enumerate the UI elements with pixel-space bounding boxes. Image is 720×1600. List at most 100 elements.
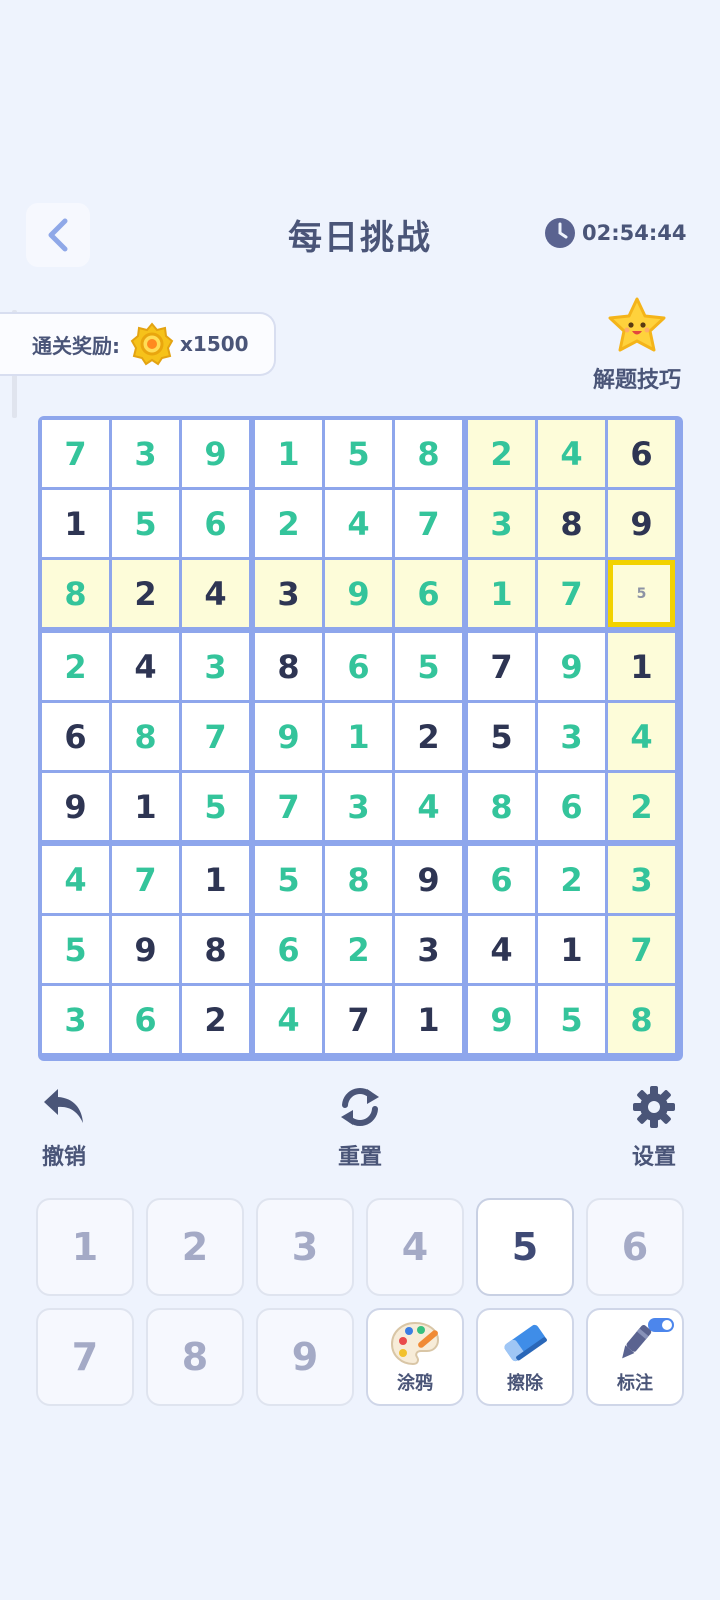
- sudoku-cell[interactable]: 1: [42, 490, 109, 557]
- sudoku-cell[interactable]: 9: [395, 846, 462, 913]
- sudoku-cell[interactable]: 6: [182, 490, 249, 557]
- sudoku-cell[interactable]: 6: [608, 420, 675, 487]
- sudoku-cell[interactable]: 1: [468, 560, 535, 627]
- undo-button[interactable]: 撤销: [14, 1085, 114, 1171]
- sudoku-cell[interactable]: 3: [468, 490, 535, 557]
- number-key-1[interactable]: 1: [36, 1198, 134, 1296]
- sudoku-cell[interactable]: 9: [255, 703, 322, 770]
- erase-button[interactable]: 擦除: [476, 1308, 574, 1406]
- sudoku-cell[interactable]: 2: [255, 490, 322, 557]
- number-key-3[interactable]: 3: [256, 1198, 354, 1296]
- sudoku-cell[interactable]: 3: [395, 916, 462, 983]
- sudoku-cell[interactable]: 5: [112, 490, 179, 557]
- sudoku-cell[interactable]: 8: [112, 703, 179, 770]
- sudoku-cell[interactable]: 7: [182, 703, 249, 770]
- sudoku-cell[interactable]: 5: [255, 846, 322, 913]
- sudoku-cell[interactable]: 2: [325, 916, 392, 983]
- sudoku-cell[interactable]: 3: [112, 420, 179, 487]
- sudoku-cell[interactable]: 9: [112, 916, 179, 983]
- sudoku-cell[interactable]: 5: [538, 986, 605, 1053]
- settings-button[interactable]: 设置: [604, 1085, 704, 1171]
- sudoku-cell[interactable]: 7: [395, 490, 462, 557]
- sudoku-cell[interactable]: 8: [468, 773, 535, 840]
- cell-value: 7: [490, 647, 513, 686]
- sudoku-cell[interactable]: 3: [42, 986, 109, 1053]
- sudoku-cell[interactable]: 1: [182, 846, 249, 913]
- sudoku-cell[interactable]: 8: [42, 560, 109, 627]
- mark-toggle-icon[interactable]: [648, 1318, 674, 1332]
- sudoku-cell[interactable]: 1: [255, 420, 322, 487]
- sudoku-cell[interactable]: 8: [538, 490, 605, 557]
- sudoku-cell[interactable]: 9: [468, 986, 535, 1053]
- sudoku-cell[interactable]: 1: [112, 773, 179, 840]
- sudoku-cell[interactable]: 8: [395, 420, 462, 487]
- sudoku-cell[interactable]: 3: [608, 846, 675, 913]
- sudoku-cell[interactable]: 8: [255, 633, 322, 700]
- sudoku-cell[interactable]: 8: [325, 846, 392, 913]
- sudoku-cell[interactable]: 2: [538, 846, 605, 913]
- sudoku-cell[interactable]: 2: [112, 560, 179, 627]
- doodle-button[interactable]: 涂鸦: [366, 1308, 464, 1406]
- number-key-2[interactable]: 2: [146, 1198, 244, 1296]
- sudoku-cell[interactable]: 7: [468, 633, 535, 700]
- sudoku-cell[interactable]: 9: [182, 420, 249, 487]
- sudoku-cell[interactable]: 5: [468, 703, 535, 770]
- sudoku-cell[interactable]: 4: [538, 420, 605, 487]
- sudoku-cell[interactable]: 2: [468, 420, 535, 487]
- mark-button[interactable]: 标注: [586, 1308, 684, 1406]
- sudoku-cell[interactable]: 6: [42, 703, 109, 770]
- number-key-9[interactable]: 9: [256, 1308, 354, 1406]
- sudoku-cell[interactable]: 7: [538, 560, 605, 627]
- sudoku-cell[interactable]: 6: [538, 773, 605, 840]
- sudoku-cell[interactable]: 2: [182, 986, 249, 1053]
- sudoku-cell[interactable]: 8: [182, 916, 249, 983]
- tips-button[interactable]: 解题技巧: [582, 296, 692, 394]
- sudoku-cell[interactable]: 1: [608, 633, 675, 700]
- sudoku-cell[interactable]: 4: [112, 633, 179, 700]
- sudoku-cell[interactable]: 7: [255, 773, 322, 840]
- sudoku-cell[interactable]: 7: [112, 846, 179, 913]
- sudoku-cell[interactable]: 9: [538, 633, 605, 700]
- sudoku-cell[interactable]: 4: [468, 916, 535, 983]
- reset-button[interactable]: 重置: [310, 1085, 410, 1171]
- number-key-7[interactable]: 7: [36, 1308, 134, 1406]
- sudoku-cell[interactable]: 2: [42, 633, 109, 700]
- sudoku-cell[interactable]: 3: [182, 633, 249, 700]
- sudoku-cell[interactable]: 3: [255, 560, 322, 627]
- sudoku-cell[interactable]: 4: [182, 560, 249, 627]
- sudoku-cell[interactable]: 5: [395, 633, 462, 700]
- sudoku-cell[interactable]: 1: [395, 986, 462, 1053]
- sudoku-cell[interactable]: 4: [395, 773, 462, 840]
- sudoku-cell[interactable]: 1: [538, 916, 605, 983]
- cell-value: 2: [417, 717, 440, 756]
- number-key-6[interactable]: 6: [586, 1198, 684, 1296]
- sudoku-cell[interactable]: 9: [42, 773, 109, 840]
- sudoku-cell[interactable]: 2: [608, 773, 675, 840]
- sudoku-cell[interactable]: 6: [468, 846, 535, 913]
- number-key-8[interactable]: 8: [146, 1308, 244, 1406]
- sudoku-cell[interactable]: 4: [608, 703, 675, 770]
- sudoku-cell[interactable]: 3: [325, 773, 392, 840]
- sudoku-cell[interactable]: 6: [255, 916, 322, 983]
- sudoku-cell[interactable]: 5: [182, 773, 249, 840]
- sudoku-cell[interactable]: 5: [325, 420, 392, 487]
- number-key-5[interactable]: 5: [476, 1198, 574, 1296]
- sudoku-cell[interactable]: 6: [325, 633, 392, 700]
- number-key-4[interactable]: 4: [366, 1198, 464, 1296]
- sudoku-cell[interactable]: 4: [255, 986, 322, 1053]
- sudoku-cell[interactable]: 3: [538, 703, 605, 770]
- sudoku-cell[interactable]: 5: [608, 560, 675, 627]
- sudoku-cell[interactable]: 4: [42, 846, 109, 913]
- sudoku-cell[interactable]: 6: [112, 986, 179, 1053]
- sudoku-cell[interactable]: 2: [395, 703, 462, 770]
- sudoku-cell[interactable]: 4: [325, 490, 392, 557]
- sudoku-cell[interactable]: 6: [395, 560, 462, 627]
- sudoku-cell[interactable]: 9: [608, 490, 675, 557]
- sudoku-cell[interactable]: 7: [325, 986, 392, 1053]
- sudoku-cell[interactable]: 1: [325, 703, 392, 770]
- sudoku-cell[interactable]: 7: [608, 916, 675, 983]
- sudoku-cell[interactable]: 9: [325, 560, 392, 627]
- sudoku-cell[interactable]: 7: [42, 420, 109, 487]
- sudoku-cell[interactable]: 8: [608, 986, 675, 1053]
- sudoku-cell[interactable]: 5: [42, 916, 109, 983]
